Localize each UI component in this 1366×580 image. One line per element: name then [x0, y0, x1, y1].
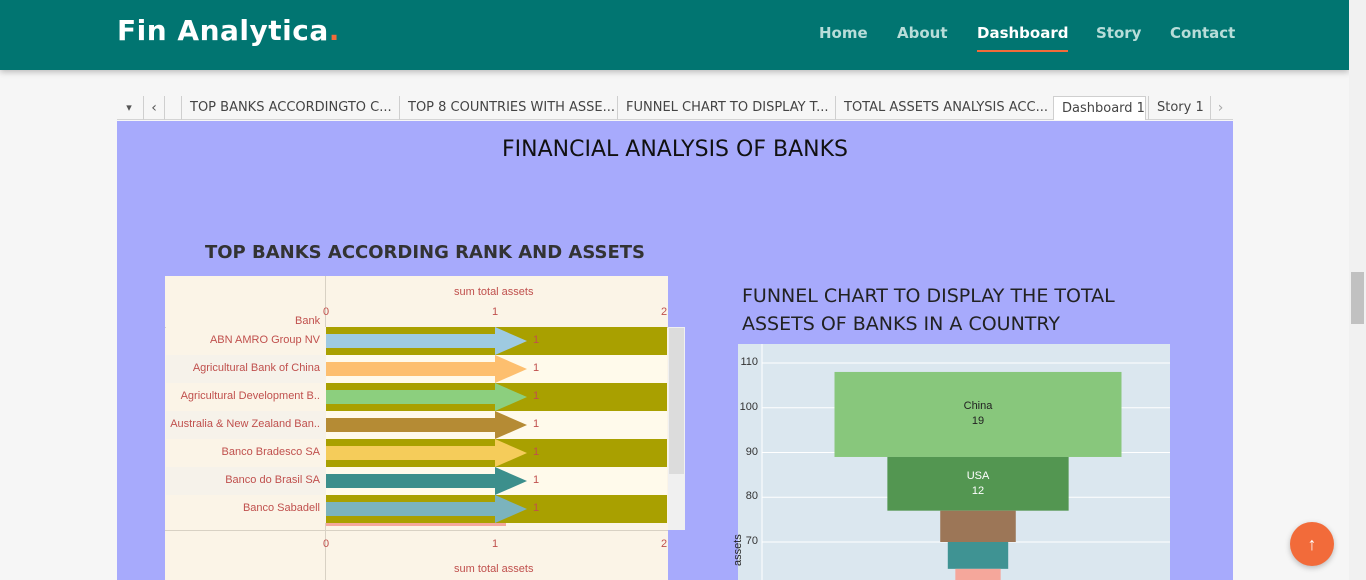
funnel-value-label: 19 [971, 415, 985, 428]
funnel-segment[interactable] [940, 510, 1016, 542]
funnel-y-tick-label: 80 [745, 490, 758, 503]
arrow-up-icon: ↑ [1307, 534, 1317, 554]
funnel-y-tick-label: 100 [739, 400, 758, 413]
funnel-value-label: 12 [971, 484, 985, 497]
funnel-segment[interactable] [947, 542, 1009, 569]
funnel-y-tick-label: 90 [745, 445, 758, 458]
funnel-segment[interactable] [955, 568, 1001, 580]
funnel-category-label: China [963, 400, 993, 413]
funnel-chart-svg [761, 344, 1170, 580]
funnel-y-axis-title: assets [732, 534, 744, 566]
back-to-top-button[interactable]: ↑ [1290, 522, 1334, 566]
funnel-y-tick-label: 110 [740, 356, 758, 368]
funnel-category-label: USA [966, 469, 990, 482]
